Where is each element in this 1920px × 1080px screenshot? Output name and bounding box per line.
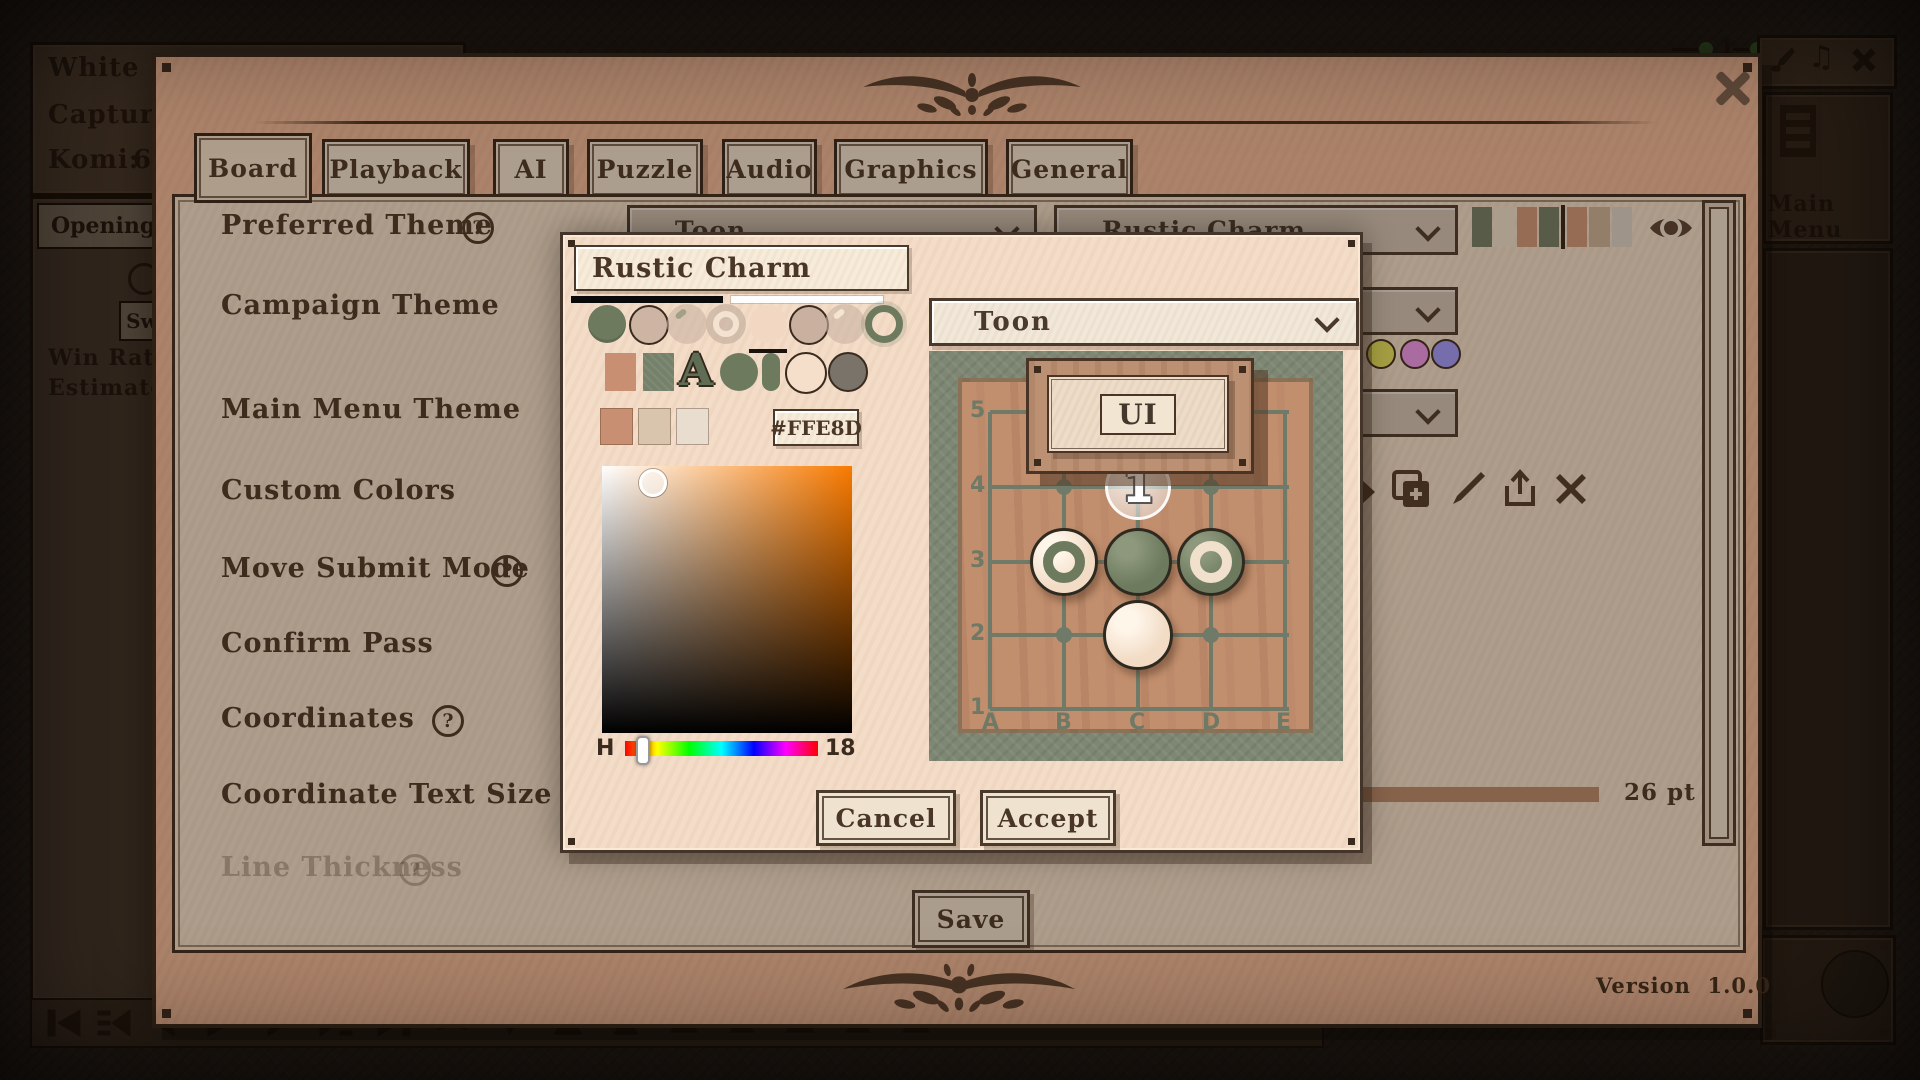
- hex-value-box[interactable]: #FFE8D: [773, 409, 859, 446]
- element-swatch-gray-stone[interactable]: [828, 352, 868, 392]
- swatch-circle-faded-mark[interactable]: [667, 304, 707, 344]
- board-col-label: A: [982, 710, 999, 735]
- palette-page-bar[interactable]: [731, 296, 883, 303]
- palette-page-bar-active[interactable]: [571, 296, 723, 303]
- sv-selector-handle[interactable]: [639, 469, 667, 497]
- ui-label: UI: [1118, 398, 1158, 431]
- swatch-circle-green-ring[interactable]: [865, 305, 903, 343]
- stone-cream-ring: [1030, 528, 1098, 596]
- stone-cream: [1103, 600, 1173, 670]
- cancel-button[interactable]: Cancel: [816, 790, 956, 846]
- bg-swatch-tan[interactable]: [638, 408, 671, 445]
- chevron-down-icon: [1314, 307, 1339, 332]
- board-row-label: 2: [970, 621, 985, 646]
- hue-value: 18: [825, 736, 856, 761]
- board-col-label: E: [1276, 710, 1291, 735]
- color-picker-dialog: Rustic Charm A: [560, 232, 1363, 853]
- board-row-label: 5: [970, 398, 985, 423]
- bg-swatch-light[interactable]: [676, 408, 709, 445]
- element-swatch-green-board[interactable]: [643, 353, 674, 391]
- board-col-label: D: [1202, 710, 1220, 735]
- preview-theme-dropdown[interactable]: Toon: [929, 298, 1359, 346]
- star-point: [1203, 479, 1219, 495]
- board-row-label: 4: [970, 473, 985, 498]
- ui-label-box: UI: [1100, 394, 1176, 435]
- accept-button[interactable]: Accept: [980, 790, 1116, 846]
- sv-gradient-picker[interactable]: [602, 466, 852, 733]
- board-row-label: 3: [970, 548, 985, 573]
- bg-swatch-salmon[interactable]: [600, 408, 633, 445]
- element-swatch-green-stone[interactable]: [720, 353, 758, 391]
- star-point: [1203, 627, 1219, 643]
- swatch-circle-ring-faded[interactable]: [706, 304, 746, 344]
- star-point: [1056, 627, 1072, 643]
- ui-preview-plaque: UI: [1026, 358, 1254, 474]
- swatch-circle-outline[interactable]: [629, 305, 669, 345]
- swatch-circle-faded-mark-2[interactable]: [825, 304, 865, 344]
- theme-name-input[interactable]: Rustic Charm: [574, 245, 909, 291]
- swatch-circle-cream-selected[interactable]: [749, 305, 787, 343]
- element-swatch-wood[interactable]: [605, 353, 636, 391]
- hue-slider[interactable]: [625, 741, 818, 756]
- element-swatch-cream-stone[interactable]: [785, 352, 827, 394]
- element-swatch-letter-a[interactable]: A: [679, 345, 715, 391]
- screen: White Captures: Komi: 6 Opening G Sw Win…: [0, 0, 1920, 1080]
- ui-plaque-inner: UI: [1047, 375, 1229, 453]
- hue-slider-handle[interactable]: [636, 736, 650, 765]
- swatch-circle-outline-2[interactable]: [789, 305, 829, 345]
- hue-label: H: [596, 736, 614, 761]
- board-col-label: C: [1129, 710, 1145, 735]
- stone-green: [1104, 528, 1172, 596]
- element-swatch-capsule[interactable]: [762, 353, 780, 391]
- swatch-circle-green[interactable]: [588, 305, 626, 343]
- star-point: [1056, 479, 1072, 495]
- board-col-label: B: [1055, 710, 1072, 735]
- stone-green-ring: [1177, 528, 1245, 596]
